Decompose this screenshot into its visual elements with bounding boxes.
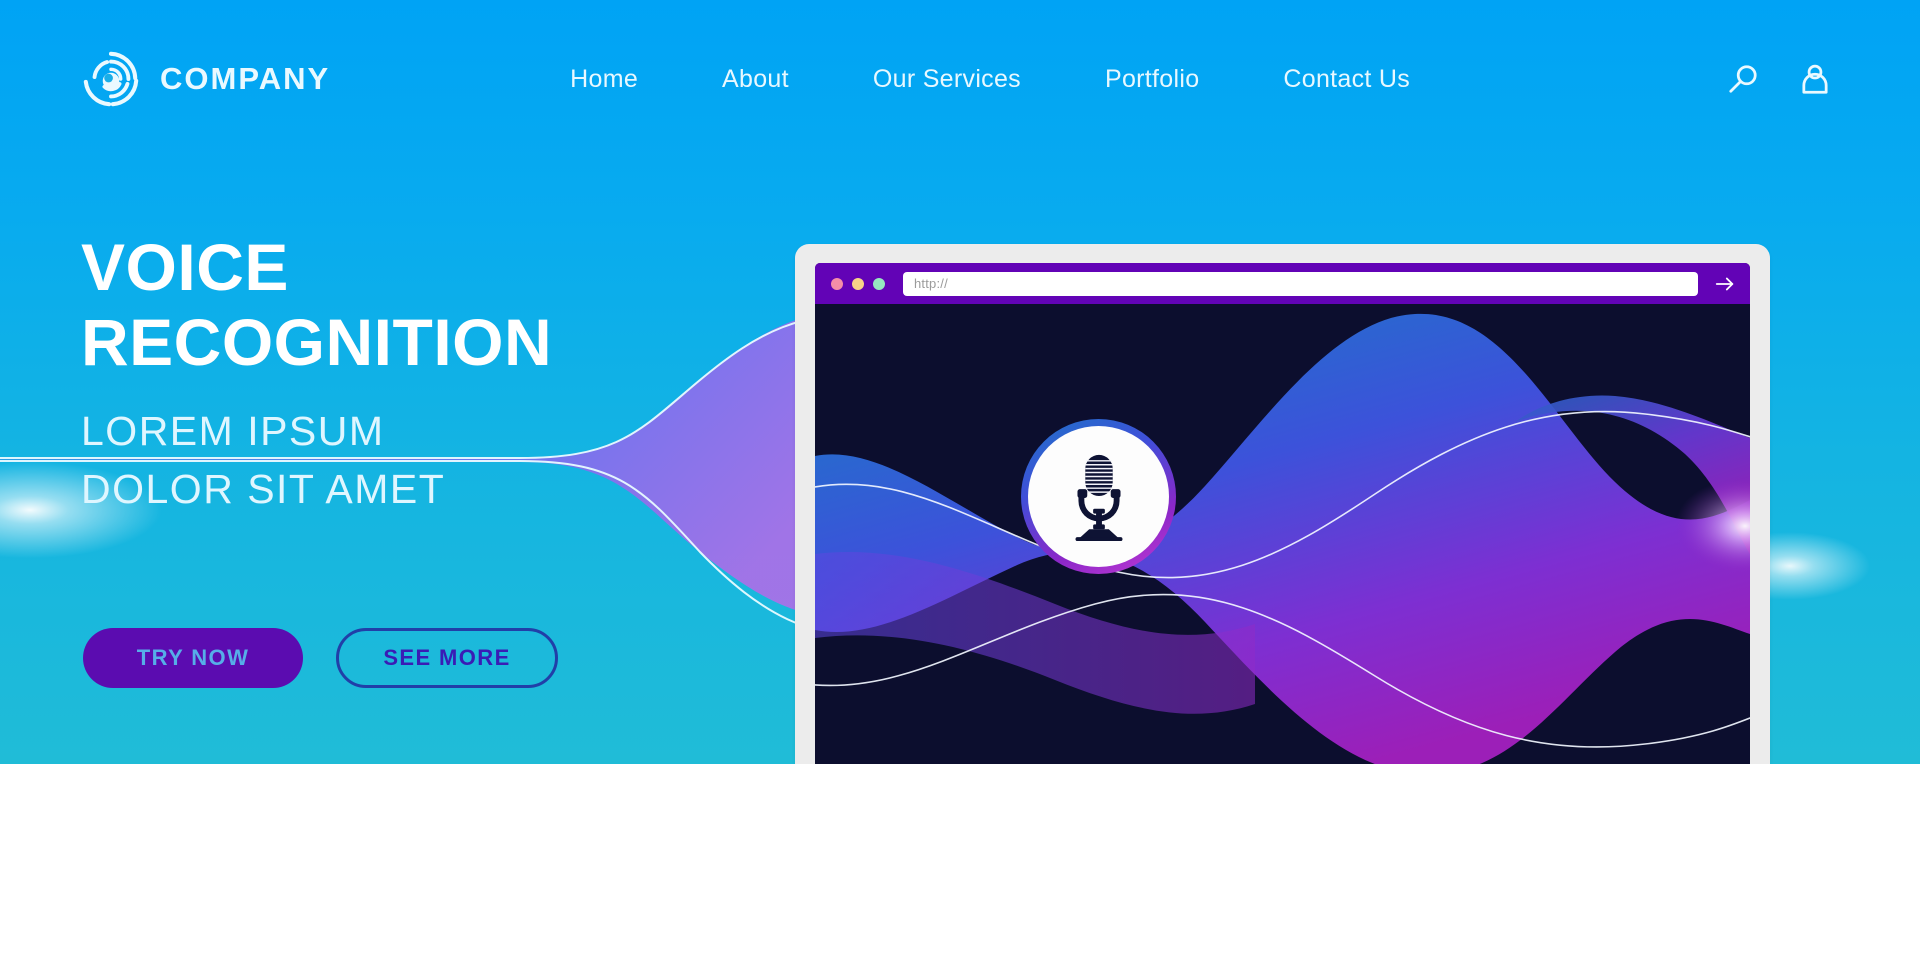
microphone-badge-disc <box>1028 426 1169 567</box>
brand-name: COMPANY <box>160 61 331 96</box>
nav-link-contact-us[interactable]: Contact Us <box>1241 65 1452 94</box>
user-account-icon[interactable] <box>1798 62 1832 96</box>
hero-subheadline: LOREM IPSUM DOLOR SIT AMET <box>81 402 552 518</box>
voice-waveform-illustration <box>815 304 1750 764</box>
minimize-dot[interactable] <box>852 277 864 290</box>
microphone-icon <box>1075 454 1122 541</box>
swirl-circle-logo-icon <box>83 51 139 107</box>
main-navigation: Home About Our Services Portfolio Contac… <box>528 65 1452 94</box>
hero-headline-line-1: VOICE <box>81 230 289 304</box>
arrow-right-icon[interactable] <box>1714 273 1736 295</box>
navbar: COMPANY Home About Our Services Portfoli… <box>0 0 1920 158</box>
nav-link-our-services[interactable]: Our Services <box>831 65 1063 94</box>
hero-headline: VOICE RECOGNITION <box>81 230 552 380</box>
traffic-light-dots <box>831 277 885 290</box>
nav-link-portfolio[interactable]: Portfolio <box>1063 65 1241 94</box>
brand-logo[interactable]: COMPANY <box>80 48 330 110</box>
nav-link-home[interactable]: Home <box>528 65 680 94</box>
maximize-dot[interactable] <box>873 277 885 290</box>
browser-window: http:// <box>815 263 1750 764</box>
hero-cta-group: TRY NOW SEE MORE <box>83 628 558 688</box>
laptop-lid: http:// <box>795 244 1770 764</box>
laptop-mockup: http:// <box>795 244 1770 764</box>
landing-page: COMPANY Home About Our Services Portfoli… <box>0 0 1920 960</box>
navbar-actions <box>1726 62 1848 96</box>
hero-subheadline-line-1: LOREM IPSUM <box>81 408 385 454</box>
hero-subheadline-line-2: DOLOR SIT AMET <box>81 466 446 512</box>
browser-viewport <box>815 304 1750 764</box>
nav-link-about[interactable]: About <box>680 65 831 94</box>
see-more-button[interactable]: SEE MORE <box>336 628 558 688</box>
hero-copy: VOICE RECOGNITION LOREM IPSUM DOLOR SIT … <box>81 230 552 518</box>
url-input[interactable]: http:// <box>903 271 1698 296</box>
hero-background: COMPANY Home About Our Services Portfoli… <box>0 0 1920 764</box>
hero-headline-line-2: RECOGNITION <box>81 305 553 379</box>
close-dot[interactable] <box>831 277 843 290</box>
browser-toolbar: http:// <box>815 263 1750 304</box>
search-icon[interactable] <box>1726 62 1760 96</box>
microphone-badge[interactable] <box>1021 419 1176 574</box>
try-now-button[interactable]: TRY NOW <box>83 628 303 688</box>
